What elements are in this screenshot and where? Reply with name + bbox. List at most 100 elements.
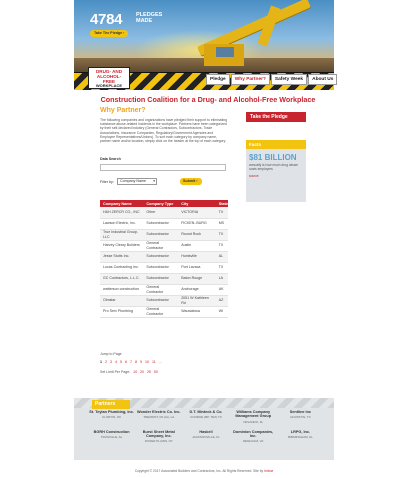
table-row[interactable]: Lawson Electric, Inc. Subcontractor FICKEN… xyxy=(100,218,228,230)
cell-company-type: Subcontractor xyxy=(143,273,179,285)
cell-company-name: Olmstar xyxy=(100,295,144,307)
table-row[interactable]: Jesse Stutts Inc. Subcontractor Huntsville… xyxy=(100,251,228,263)
partner-name: Williams Company Management Group xyxy=(235,410,272,419)
cell-company-type: Other xyxy=(143,207,179,219)
partner-card[interactable]: Dominion Companies, Inc. DENHOLM, VA xyxy=(230,430,277,444)
page-link[interactable]: 9 xyxy=(140,360,142,364)
cell-company-type: Subcontractor xyxy=(143,251,179,263)
limit-label: Set Limit Per Page: xyxy=(100,370,131,374)
col-company-name[interactable]: Company Name xyxy=(100,200,144,207)
page-link[interactable]: 11 xyxy=(152,360,156,364)
partner-card[interactable]: BGRH Construction TRUSVILLE, AL xyxy=(88,430,135,444)
cell-state: AK xyxy=(215,284,228,296)
limit-option[interactable]: 50 xyxy=(154,370,158,374)
limit-option[interactable]: 25 xyxy=(147,370,151,374)
cell-state: TX xyxy=(215,240,228,252)
filter-label: Filter by: xyxy=(100,180,114,184)
facts-title: Facts xyxy=(246,140,306,149)
page-link[interactable]: 1 xyxy=(100,360,102,364)
chevron-down-icon: ▾ xyxy=(153,179,155,183)
cell-city: Baton Rouge xyxy=(178,273,216,285)
table-row[interactable]: H&H ZERCR CO., INC Other VICTORIA TX xyxy=(100,207,228,219)
partner-name: Wonder Electric Co. Inc. xyxy=(136,410,181,414)
cell-state: TX xyxy=(215,262,228,274)
facts-box: Facts $81 BILLION annually is how much d… xyxy=(246,140,306,202)
jump-label: Jump to Page xyxy=(100,352,122,356)
arrow-right-icon: › xyxy=(196,179,198,183)
cell-company-name: Jesse Stutts Inc. xyxy=(100,251,144,263)
partner-card[interactable]: Haskell JACKSONVILLE, FL xyxy=(182,430,229,444)
cell-company-type: Subcontractor xyxy=(143,229,179,241)
pledges-made-label: PLEDGES MADE xyxy=(136,12,163,24)
cell-state: AZ xyxy=(215,295,228,307)
partner-city: CLINTON, OK xyxy=(102,415,122,420)
partner-card[interactable]: St. Teylan Plumbing, Inc. CLINTON, OK xyxy=(88,410,135,424)
partner-card[interactable]: Williams Company Management Group ORLANDO… xyxy=(230,410,277,424)
footer-copyright: Copyright © 2017 Associated Builders and… xyxy=(134,469,264,473)
page-link[interactable]: 3 xyxy=(110,360,112,364)
nav-why-partner[interactable]: Why Partner? xyxy=(230,74,270,85)
excavator-window xyxy=(216,47,234,57)
col-company-type[interactable]: Company Type xyxy=(143,200,179,207)
partner-name: Haskell xyxy=(199,429,213,434)
page-link[interactable]: 5 xyxy=(120,360,122,364)
hero-banner: 4784 PLEDGES MADE Take The Pledge › xyxy=(74,0,334,72)
footer-author-link[interactable]: Imbue xyxy=(264,469,273,473)
page-link[interactable]: ... xyxy=(159,360,162,364)
page-link[interactable]: 4 xyxy=(115,360,117,364)
nav-safety-week[interactable]: Safety Week xyxy=(270,74,308,85)
cell-city: VICTORIA xyxy=(178,207,216,219)
cell-state: LA xyxy=(215,273,228,285)
page-title: Construction Coalition for a Drug- and A… xyxy=(100,95,316,104)
page-link[interactable]: 6 xyxy=(125,360,127,364)
partner-card[interactable]: LRPG, Inc. BIRMINGHAM, AL xyxy=(277,430,324,444)
cell-company-name: Harvey Cleary Builders xyxy=(100,240,144,252)
cell-company-name: True Industrial Group, LLC xyxy=(100,229,144,241)
col-state[interactable]: State xyxy=(215,200,228,207)
partner-city: CONROE (BP, TEX) TX xyxy=(190,415,222,420)
table-row[interactable]: Pro Serv Plumbing General Contractor Wauwa… xyxy=(100,306,228,318)
partner-name: LRPG, Inc. xyxy=(290,429,310,434)
limit-option[interactable]: 10 xyxy=(133,370,137,374)
partner-name: St. Teylan Plumbing, Inc. xyxy=(89,410,134,414)
table-header-row: Company Name Company Type City State xyxy=(100,200,228,207)
table-row[interactable]: Lucas Contracting Inc. Subcontractor Port … xyxy=(100,262,228,274)
filter-select[interactable]: Company Name ▾ xyxy=(117,178,157,185)
partner-card[interactable]: Wonder Electric Co. Inc. TREMONT, PA (AA,… xyxy=(135,410,182,424)
partners-grid: St. Teylan Plumbing, Inc. CLINTON, OK Wond… xyxy=(88,410,324,443)
nav-about-us[interactable]: About Us xyxy=(308,74,338,85)
logo[interactable]: DRUG- AND ALCOHOL-FREE WORKPLACE xyxy=(88,67,130,89)
take-pledge-button[interactable]: Take The Pledge › xyxy=(90,30,128,37)
partner-city: JACKSONVILLE, FL xyxy=(192,434,220,439)
cell-company-name: Lucas Contracting Inc. xyxy=(100,262,144,274)
partner-card[interactable]: Burst Sheet Metal Company, Inc. DOVER PLA… xyxy=(135,430,182,444)
submit-button[interactable]: Submit › xyxy=(180,178,202,185)
partner-card[interactable]: Sentline Inc HOUSTON, TX xyxy=(277,410,324,424)
table-row[interactable]: watterson construction General Contractor… xyxy=(100,284,228,296)
nav-pledge[interactable]: Pledge xyxy=(206,74,230,85)
page-link[interactable]: 7 xyxy=(130,360,132,364)
page-link[interactable]: 2 xyxy=(105,360,107,364)
partner-city: ORLANDO, FL xyxy=(243,419,264,424)
cell-company-type: General Contractor xyxy=(143,240,179,252)
partners-table: Company Name Company Type City State H&H… xyxy=(100,200,228,318)
facts-stat: $81 BILLION xyxy=(249,153,297,162)
facts-text: annually is how much drug abuse costs em… xyxy=(249,163,298,171)
partner-name: Burst Sheet Metal Company, Inc. xyxy=(142,429,175,438)
partner-card[interactable]: D.T. Minteck & Co. CONROE (BP, TEX) TX xyxy=(182,410,229,424)
sidebar-take-pledge[interactable]: Take the Pledge xyxy=(246,112,306,122)
partner-name: Dominion Companies, Inc. xyxy=(233,429,274,438)
search-input[interactable] xyxy=(100,164,226,171)
limit-option[interactable]: 20 xyxy=(140,370,144,374)
facts-source-link[interactable]: source xyxy=(246,172,306,180)
table-row[interactable]: Harvey Cleary Builders General Contractor… xyxy=(100,240,228,252)
table-row[interactable]: GC Contractors, L.L.C. Subcontractor Baton… xyxy=(100,273,228,285)
table-row[interactable]: True Industrial Group, LLC Subcontractor R… xyxy=(100,229,228,241)
col-city[interactable]: City xyxy=(178,200,216,207)
partner-city: TRUSVILLE, AL xyxy=(100,434,123,439)
table-row[interactable]: Olmstar Subcontractor 2051 W Kathleen Rd AZ xyxy=(100,295,228,307)
cell-city: Huntsville xyxy=(178,251,216,263)
page-link[interactable]: 10 xyxy=(145,360,149,364)
page-link[interactable]: 8 xyxy=(135,360,137,364)
partner-city: DOVER PLAINS, NY xyxy=(144,439,173,444)
